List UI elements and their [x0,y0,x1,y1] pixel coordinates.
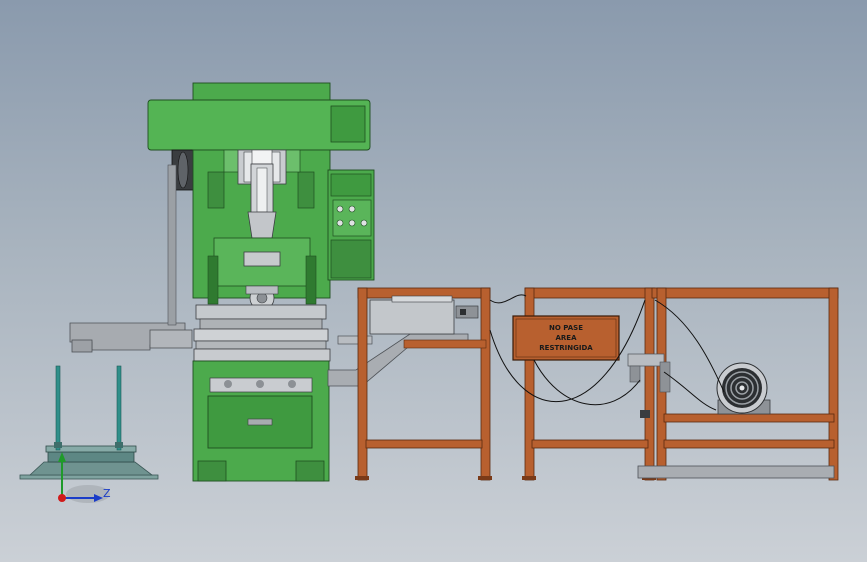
panel-button [348,205,356,213]
panel-button [336,219,344,227]
punch-press [147,82,371,482]
triad-z-label: Z [103,487,111,500]
panel-button [360,219,368,227]
sign-line-2: AREA [555,334,577,342]
sign-line-1: NO PASE [549,324,583,332]
feeder-frame [355,287,492,481]
left-feed-arm [69,322,193,353]
control-panel[interactable] [327,169,375,281]
panel-button [336,205,344,213]
motor-fan-icon [716,362,771,415]
stacking-table [19,365,159,480]
cad-viewport[interactable]: NO PASE AREA RESTRINGIDA Z [0,0,867,562]
panel-button [348,219,356,227]
sign-line-3: RESTRINGIDA [539,344,593,352]
warning-sign: NO PASE AREA RESTRINGIDA [512,315,620,361]
